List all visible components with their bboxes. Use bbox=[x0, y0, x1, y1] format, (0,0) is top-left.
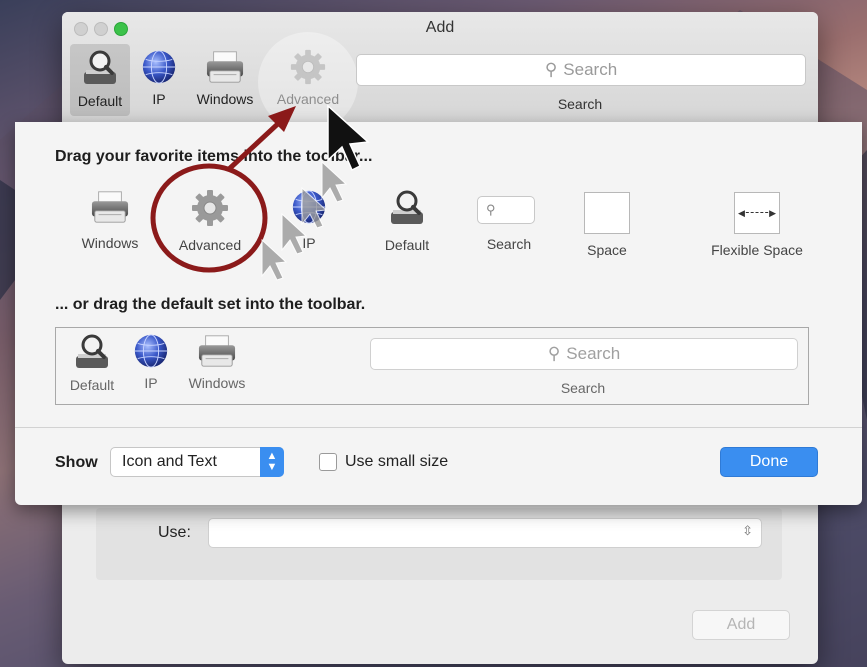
toolbar-search-field[interactable]: ⚲ Search bbox=[356, 54, 806, 86]
palette-search-label: Search bbox=[486, 236, 532, 252]
window-title: Add bbox=[425, 19, 455, 36]
default-set-default: Default bbox=[64, 332, 120, 393]
palette-ip-label: IP bbox=[302, 235, 316, 251]
chevron-updown-icon: ⇳ bbox=[742, 523, 753, 538]
done-button[interactable]: Done bbox=[720, 447, 818, 477]
magnifier-scan-icon bbox=[387, 188, 427, 228]
gear-icon bbox=[289, 48, 327, 86]
show-popup-button[interactable]: Icon and Text ▲ ▼ bbox=[110, 447, 284, 477]
flexible-space-icon: ◀ ▶ bbox=[734, 192, 780, 234]
printer-icon bbox=[196, 332, 238, 370]
palette-flexible-space-label: Flexible Space bbox=[711, 242, 803, 258]
toolbar-advanced-label: Advanced bbox=[276, 91, 340, 107]
palette-windows[interactable]: Windows bbox=[75, 188, 145, 251]
globe-icon bbox=[140, 48, 178, 86]
add-button[interactable]: Add bbox=[692, 610, 790, 640]
toolbar-ip[interactable]: IP bbox=[140, 48, 178, 107]
default-search-placeholder: Search bbox=[566, 344, 621, 363]
printer-icon bbox=[204, 48, 246, 86]
window-toolbar: Add Default IP Windows Advanced ⚲ Search… bbox=[62, 12, 818, 132]
palette-ip[interactable]: IP bbox=[289, 188, 329, 251]
default-set-ip-label: IP bbox=[144, 375, 158, 391]
sheet-divider bbox=[15, 427, 862, 428]
palette-search[interactable]: ⚲ Search bbox=[477, 196, 541, 252]
space-icon bbox=[584, 192, 630, 234]
use-label: Use: bbox=[158, 524, 191, 541]
palette-default-label: Default bbox=[384, 237, 430, 253]
search-icon: ⚲ bbox=[547, 344, 561, 363]
toolbar-search-label: Search bbox=[557, 96, 603, 112]
toolbar-default-label: Default bbox=[77, 93, 123, 109]
palette-advanced[interactable]: Advanced bbox=[170, 188, 250, 253]
globe-icon bbox=[290, 188, 328, 226]
use-small-size-checkbox[interactable] bbox=[319, 453, 337, 471]
palette-space-label: Space bbox=[587, 242, 627, 258]
toolbar-default[interactable]: Default bbox=[70, 44, 130, 116]
show-label: Show bbox=[55, 454, 98, 471]
palette-windows-label: Windows bbox=[81, 235, 139, 251]
palette-flexible-space[interactable]: ◀ ▶ Flexible Space bbox=[697, 192, 817, 258]
default-set-search-field: ⚲ Search bbox=[370, 338, 798, 370]
palette-space[interactable]: Space bbox=[575, 192, 639, 258]
use-select[interactable]: ⇳ bbox=[208, 518, 762, 548]
default-set-well[interactable]: Default IP Windows ⚲ Search Search bbox=[55, 327, 809, 405]
chevron-updown-icon: ▲ ▼ bbox=[260, 447, 284, 477]
magnifier-scan-icon bbox=[80, 48, 120, 88]
gear-icon bbox=[190, 188, 230, 228]
toolbar-ip-label: IP bbox=[152, 91, 166, 107]
toolbar-windows[interactable]: Windows bbox=[190, 48, 260, 107]
search-field-icon: ⚲ bbox=[477, 196, 535, 224]
toolbar-windows-label: Windows bbox=[196, 91, 254, 107]
search-placeholder: Search bbox=[563, 60, 618, 79]
palette-advanced-label: Advanced bbox=[178, 237, 242, 253]
show-value: Icon and Text bbox=[122, 453, 217, 470]
globe-icon bbox=[132, 332, 170, 370]
toolbar-advanced-dragging[interactable]: Advanced bbox=[268, 48, 348, 107]
palette-default[interactable]: Default bbox=[377, 188, 437, 253]
magnifier-scan-icon bbox=[72, 332, 112, 372]
default-set-default-label: Default bbox=[69, 377, 115, 393]
default-set-windows-label: Windows bbox=[188, 375, 246, 391]
search-icon: ⚲ bbox=[544, 60, 558, 79]
default-set-windows: Windows bbox=[182, 332, 252, 391]
printer-icon bbox=[89, 188, 131, 226]
use-small-size-label[interactable]: Use small size bbox=[345, 453, 448, 471]
default-set-ip: IP bbox=[132, 332, 170, 391]
default-set-search-label: Search bbox=[560, 380, 606, 396]
drag-favorites-heading: Drag your favorite items into the toolba… bbox=[55, 148, 373, 165]
use-row: Use: ⇳ bbox=[96, 508, 782, 580]
default-set-heading: ... or drag the default set into the too… bbox=[55, 296, 366, 313]
customize-toolbar-sheet: Drag your favorite items into the toolba… bbox=[15, 122, 862, 505]
